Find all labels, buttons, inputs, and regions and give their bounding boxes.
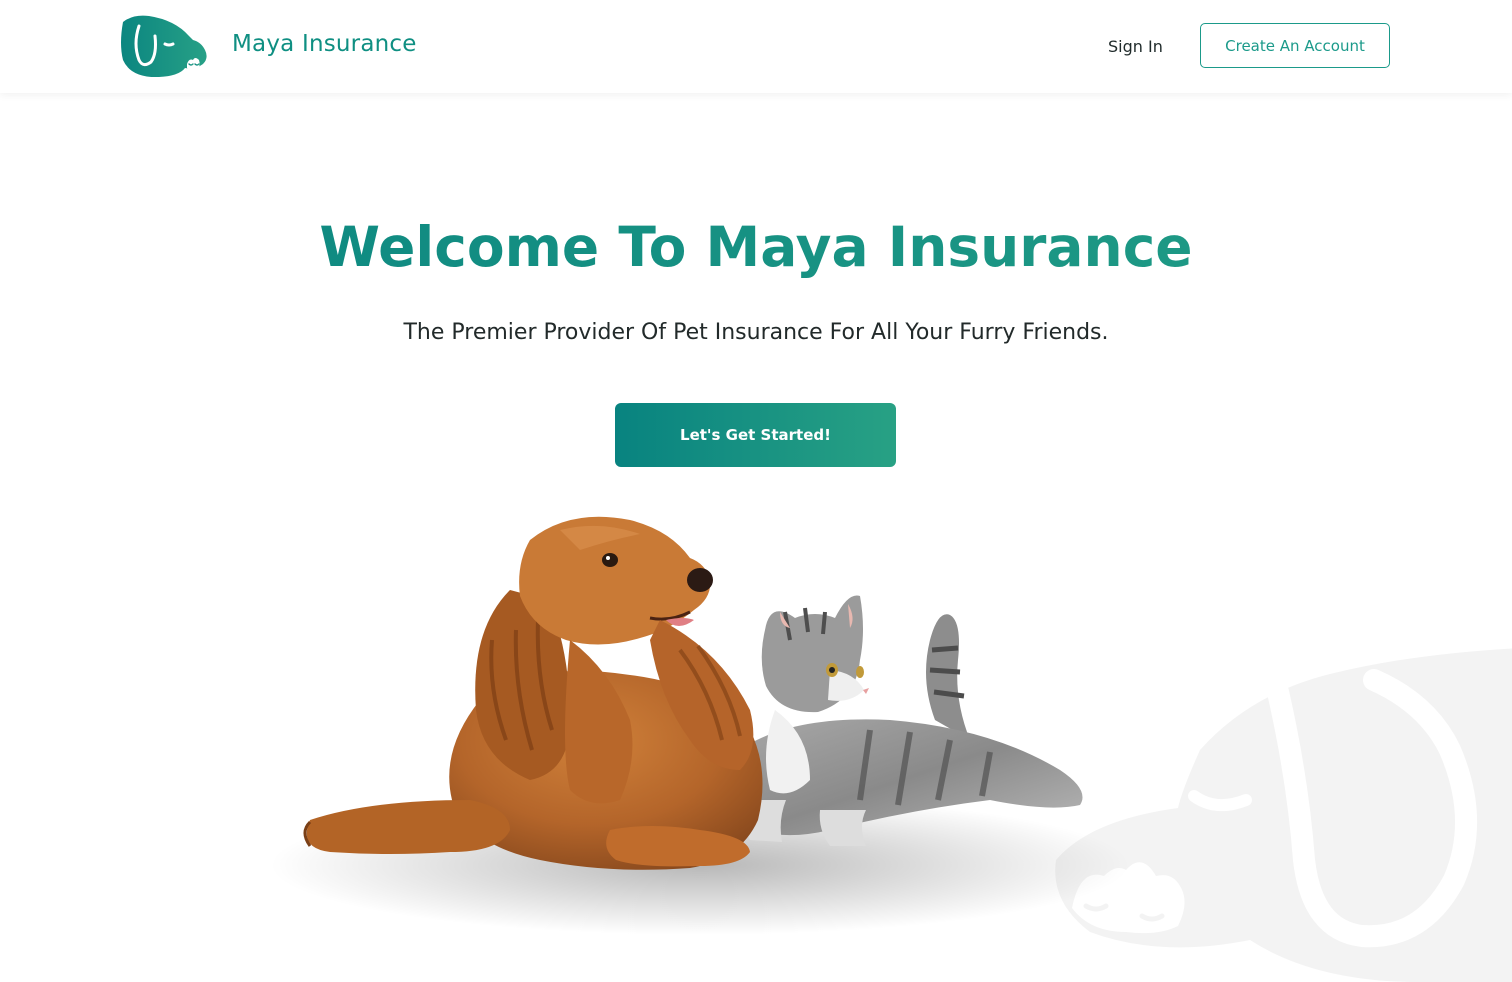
get-started-button[interactable]: Let's Get Started! [615,403,896,467]
create-account-button[interactable]: Create An Account [1200,23,1390,68]
dog [303,516,763,870]
landing-page: Maya Insurance Sign In Create An Account… [0,0,1512,982]
maya-dog-logo-icon[interactable] [119,14,209,78]
dog-and-cat-image [270,516,1130,935]
site-header: Maya Insurance Sign In Create An Account [0,0,1512,93]
brand-name[interactable]: Maya Insurance [232,31,417,57]
cat [740,595,1083,846]
sign-in-link[interactable]: Sign In [1108,37,1163,56]
hero-title: Welcome To Maya Insurance [0,212,1512,282]
hero-subtitle: The Premier Provider Of Pet Insurance Fo… [403,320,1109,345]
